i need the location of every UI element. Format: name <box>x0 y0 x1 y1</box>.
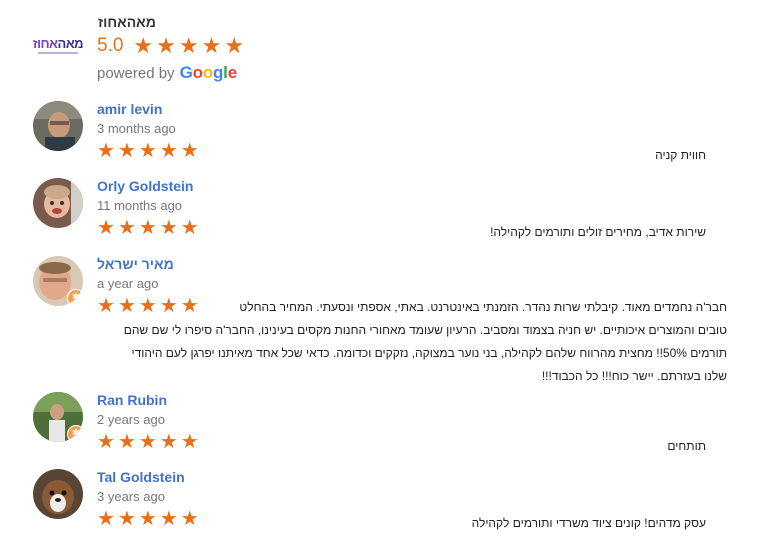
star-icon: ★ <box>117 140 136 162</box>
overall-stars: ★ ★ ★ ★ ★ <box>133 35 247 57</box>
review-stars: ★ ★ ★ ★ ★ <box>97 432 202 452</box>
review-time: 3 months ago <box>97 121 176 136</box>
review-item: Orly Goldstein 11 months ago ★ ★ ★ ★ ★ שירות… <box>33 178 753 248</box>
review-item: amir levin 3 months ago ★ ★ ★ ★ ★ חווית קניה <box>33 101 753 171</box>
review-time: a year ago <box>97 276 159 291</box>
reviewer-name[interactable]: Orly Goldstein <box>97 178 193 194</box>
review-stars: ★ ★ ★ ★ ★ <box>97 509 202 529</box>
powered-by-google[interactable]: powered by Google <box>97 63 237 83</box>
reviewer-name[interactable]: Ran Rubin <box>97 392 167 408</box>
reviewer-name[interactable]: מאיר ישראל <box>97 256 174 272</box>
star-icon: ★ <box>117 508 136 530</box>
star-icon: ★ <box>178 33 199 58</box>
star-icon: ★ <box>138 508 157 530</box>
star-icon: ★ <box>138 431 157 453</box>
local-guide-badge-icon: ✱ <box>67 289 83 306</box>
business-header: מאהאחוז מאהאחוז 5.0 ★ ★ ★ ★ ★ powered by… <box>32 12 752 92</box>
star-icon: ★ <box>159 508 178 530</box>
review-time: 11 months ago <box>97 198 183 213</box>
reviewer-avatar[interactable]: ✱ <box>33 392 83 442</box>
star-icon: ★ <box>117 217 136 239</box>
star-icon: ★ <box>97 217 115 239</box>
review-text: חבר'ה נחמדים מאוד. קיבלתי שרות נהדר. הזמ… <box>97 296 727 388</box>
review-item: ✱ Ran Rubin 2 years ago ★ ★ ★ ★ ★ תותחים <box>33 392 753 462</box>
business-name[interactable]: מאהאחוז <box>98 14 156 30</box>
review-text-line: חבר'ה נחמדים מאוד. קיבלתי שרות נהדר. הזמ… <box>239 300 727 314</box>
logo-text-part-a: מאה <box>57 35 84 51</box>
review-text: תותחים <box>667 439 706 453</box>
review-text-line: תורמים 50%!! מחצית מהרווח שלהם לקהילה, ב… <box>131 346 727 360</box>
star-icon: ★ <box>180 217 199 239</box>
review-text-line: שלנו בעזרתם. יישר כוח!!! כל הכבוד!!! <box>541 369 727 383</box>
review-stars: ★ ★ ★ ★ ★ <box>97 218 202 238</box>
powered-by-label: powered by <box>97 65 175 82</box>
review-item: ✱ מאיר ישראל a year ago ★ ★ ★ ★ ★ חבר'ה נחמד… <box>33 256 753 386</box>
google-letter: o <box>202 63 213 82</box>
star-icon: ★ <box>180 431 199 453</box>
business-logo[interactable]: מאהאחוז <box>32 32 84 58</box>
review-time: 3 years ago <box>97 489 165 504</box>
logo-text-part-b: אחוז <box>32 35 58 51</box>
reviewer-name[interactable]: amir levin <box>97 101 162 117</box>
google-letter: g <box>212 63 224 82</box>
star-icon: ★ <box>97 140 115 162</box>
overall-rating: 5.0 ★ ★ ★ ★ ★ <box>97 35 247 57</box>
star-icon: ★ <box>180 508 199 530</box>
google-letter: e <box>227 63 237 82</box>
star-icon: ★ <box>138 140 157 162</box>
review-stars: ★ ★ ★ ★ ★ <box>97 141 202 161</box>
star-icon: ★ <box>180 140 199 162</box>
review-text: חווית קניה <box>655 148 706 162</box>
star-icon: ★ <box>201 33 222 58</box>
reviewer-avatar[interactable] <box>33 101 83 151</box>
star-icon: ★ <box>224 33 245 58</box>
star-icon: ★ <box>156 33 176 58</box>
local-guide-badge-icon: ✱ <box>67 425 83 442</box>
logo-underline <box>38 51 78 54</box>
star-icon: ★ <box>138 217 157 239</box>
star-icon: ★ <box>117 431 136 453</box>
star-icon: ★ <box>159 140 178 162</box>
review-item: Tal Goldstein 3 years ago ★ ★ ★ ★ ★ עסק מדהי… <box>33 469 753 539</box>
review-time: 2 years ago <box>97 412 165 427</box>
star-icon: ★ <box>97 431 115 453</box>
star-icon: ★ <box>97 508 115 530</box>
google-logo: Google <box>179 63 238 83</box>
reviewer-avatar[interactable]: ✱ <box>33 256 83 306</box>
review-text: שירות אדיב, מחירים זולים ותורמים לקהילה! <box>490 225 706 239</box>
rating-value: 5.0 <box>97 35 124 56</box>
star-icon: ★ <box>133 33 154 58</box>
reviewer-name[interactable]: Tal Goldstein <box>97 469 185 485</box>
review-text-line: טובים והמוצרים איכותיים. יש חניה בצמוד ו… <box>123 323 727 337</box>
google-letter: G <box>179 63 193 82</box>
star-icon: ★ <box>159 217 178 239</box>
star-icon: ★ <box>159 431 178 453</box>
review-text: עסק מדהים! קונים ציוד משרדי ותורמים לקהי… <box>471 516 706 530</box>
reviewer-avatar[interactable] <box>33 469 83 519</box>
google-letter: o <box>192 63 203 82</box>
reviewer-avatar[interactable] <box>33 178 83 228</box>
